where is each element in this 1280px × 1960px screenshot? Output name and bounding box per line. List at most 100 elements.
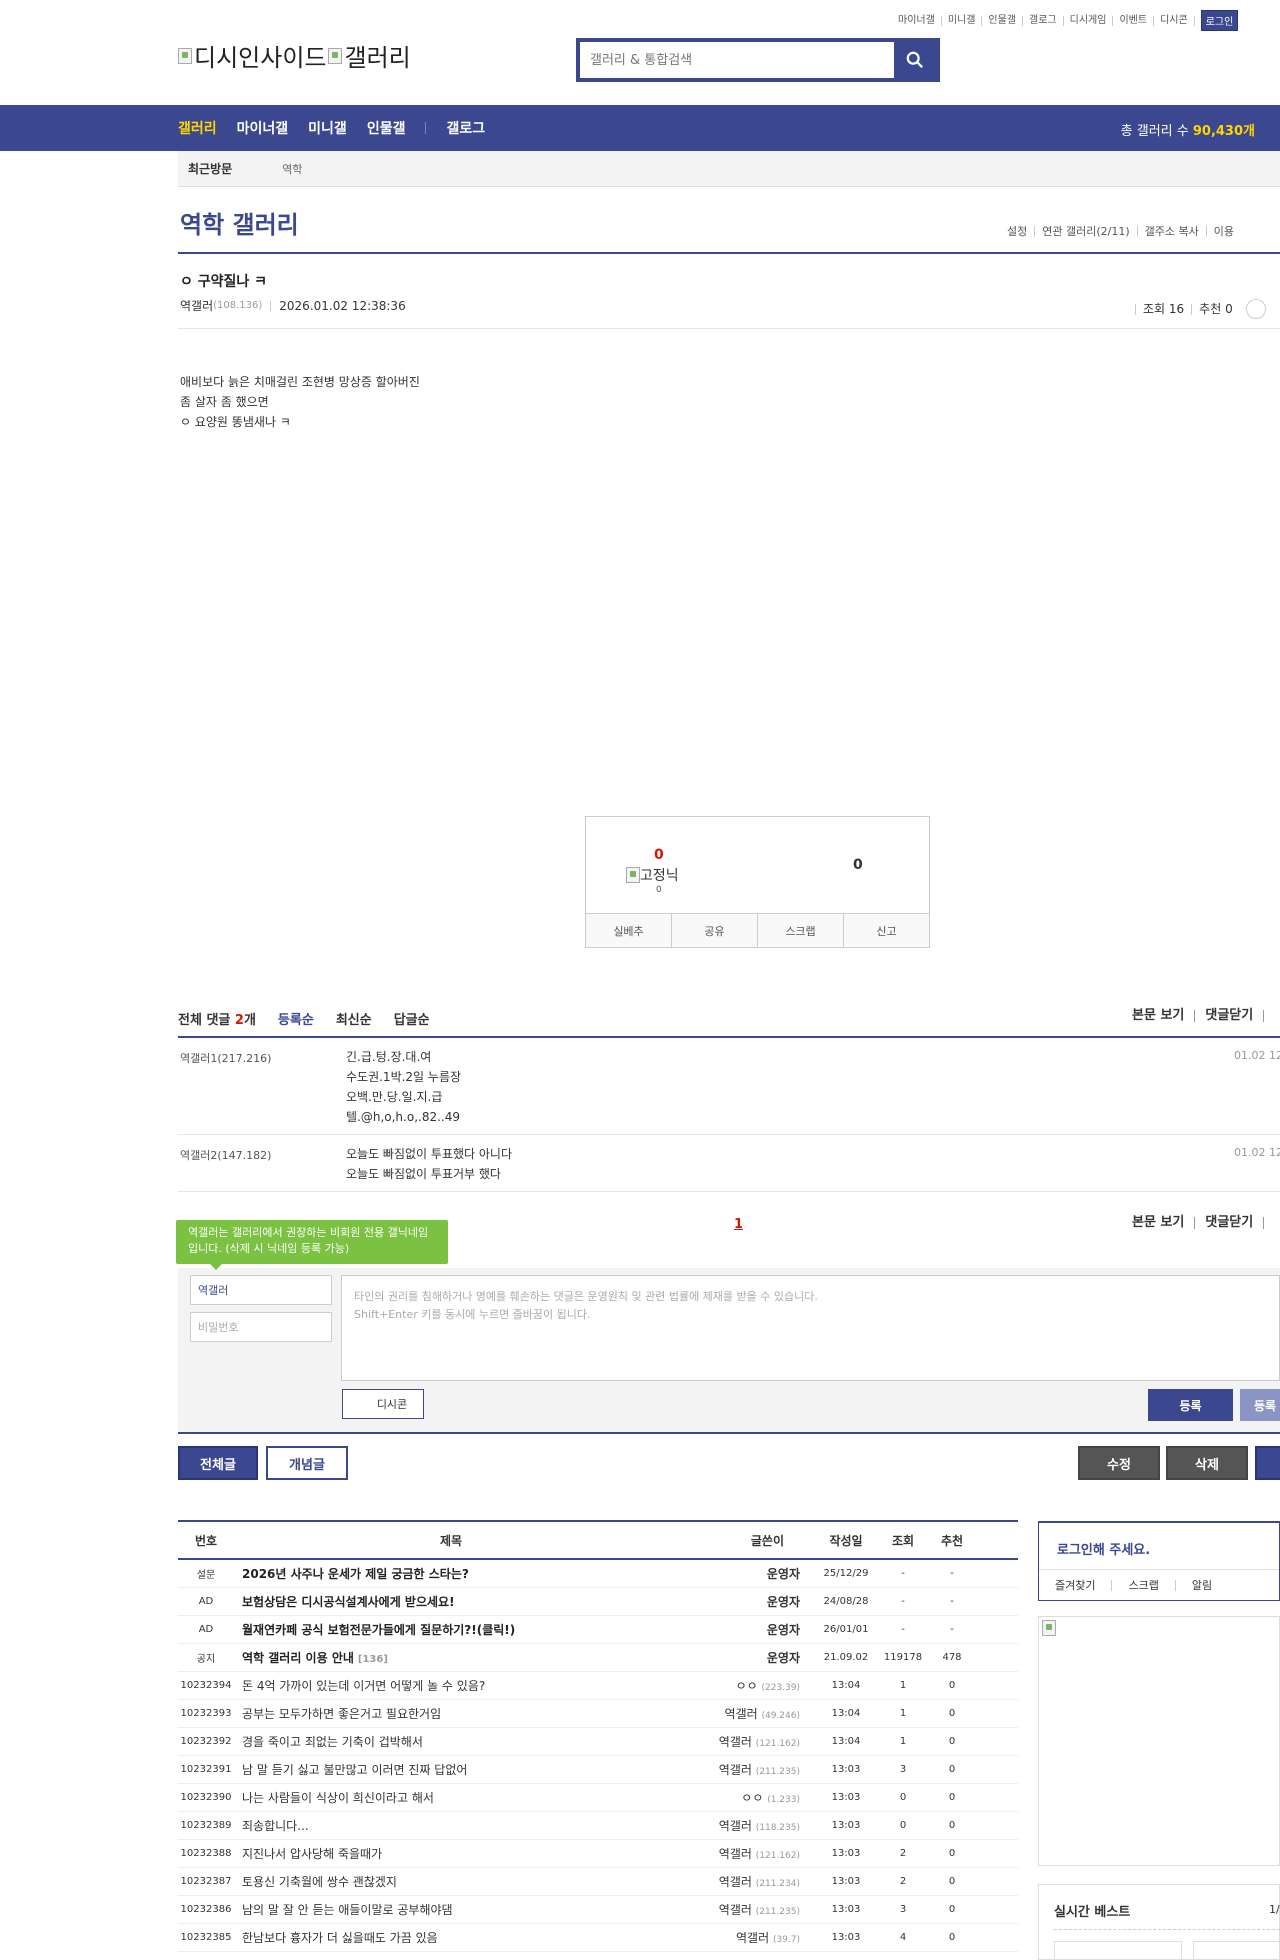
top-link-person[interactable]: 인물갤: [982, 15, 1024, 26]
row-writer-name[interactable]: 역갤러: [719, 1847, 752, 1861]
row-comment-count[interactable]: [136]: [358, 1654, 388, 1665]
sort-latest[interactable]: 최신순: [336, 1009, 372, 1028]
concept-posts-button[interactable]: 개념글: [266, 1446, 348, 1480]
nav-person[interactable]: 인물갤: [367, 118, 406, 138]
row-title-text[interactable]: 역학 갤러리 이용 안내: [242, 1651, 354, 1665]
row-writer[interactable]: 역갤러 (121.162): [668, 1845, 812, 1862]
password-field[interactable]: 비밀번호: [190, 1312, 332, 1342]
top-link-minor[interactable]: 마이너갤: [892, 15, 942, 26]
row-title-text[interactable]: 한남보다 흉자가 더 싫을때도 가끔 있음: [242, 1931, 438, 1945]
row-writer-name[interactable]: ㅇㅇ: [741, 1791, 763, 1805]
tab-alerts[interactable]: 알림: [1176, 1580, 1228, 1591]
search-button[interactable]: [894, 42, 936, 78]
all-posts-button[interactable]: 전체글: [178, 1446, 258, 1480]
table-row[interactable]: 10232392 경을 죽이고 죄없는 기축이 겁박해서 역갤러 (121.162)…: [178, 1728, 1018, 1756]
dcon-button[interactable]: 디시콘: [342, 1389, 424, 1419]
row-title[interactable]: 나는 사람들이 식상이 희신이라고 해서: [234, 1789, 668, 1806]
register-recommend-button[interactable]: 등록: [1240, 1389, 1280, 1421]
table-row[interactable]: 10232390 나는 사람들이 식상이 희신이라고 해서 ㅇㅇ (1.233) 13…: [178, 1784, 1018, 1812]
tab-scrap[interactable]: 스크랩: [1112, 1580, 1176, 1591]
row-writer-name[interactable]: 역갤러: [719, 1735, 752, 1749]
row-title[interactable]: 한남보다 흉자가 더 싫을때도 가끔 있음: [234, 1929, 668, 1946]
scrap-button[interactable]: 스크랩: [758, 914, 844, 947]
row-title-text[interactable]: 보험상담은 디시공식설계사에게 받으세요!: [242, 1595, 455, 1609]
row-writer[interactable]: 역갤러 (211.235): [668, 1761, 812, 1778]
row-title-text[interactable]: 2026년 사주나 운세가 제일 궁금한 스타는?: [242, 1567, 469, 1581]
view-body-button[interactable]: 본문 보기: [1122, 1009, 1196, 1022]
post-author[interactable]: 역갤러: [180, 297, 213, 314]
row-title[interactable]: 돈 4억 가까이 있는데 이거면 어떻게 놀 수 있음?: [234, 1677, 668, 1694]
row-writer[interactable]: 역갤러 (211.234): [668, 1873, 812, 1890]
gallery-menu-settings[interactable]: 설정: [1000, 226, 1036, 237]
table-row[interactable]: 10232393 공부는 모두가하면 좋은거고 필요한거임 역갤러 (49.246)…: [178, 1700, 1018, 1728]
sort-registered[interactable]: 등록순: [278, 1009, 314, 1028]
row-writer-name[interactable]: ㅇㅇ: [736, 1679, 758, 1693]
table-row[interactable]: 10232389 죄송합니다... 역갤러 (118.235) 13:03 0 0: [178, 1812, 1018, 1840]
gallery-menu-copy-url[interactable]: 갤주소 복사: [1138, 226, 1207, 237]
row-title-text[interactable]: 지진나서 압사당해 죽을때가: [242, 1847, 382, 1861]
row-writer[interactable]: 역갤러 (49.246): [668, 1705, 812, 1722]
row-writer[interactable]: 운영자: [668, 1621, 812, 1638]
share-button[interactable]: 공유: [672, 914, 758, 947]
row-title-text[interactable]: 공부는 모두가하면 좋은거고 필요한거임: [242, 1707, 441, 1721]
row-title[interactable]: 남 말 듣기 싫고 불만많고 이러면 진짜 답없어: [234, 1761, 668, 1778]
row-title[interactable]: 토용신 기축월에 쌍수 괜찮겠지: [234, 1873, 668, 1890]
row-title-text[interactable]: 월재연카페 공식 보험전문가들에게 질문하기?!(클릭!): [242, 1623, 515, 1637]
best-recommend-button[interactable]: 실베추: [586, 914, 672, 947]
row-title-text[interactable]: 나는 사람들이 식상이 희신이라고 해서: [242, 1791, 434, 1805]
row-writer[interactable]: 운영자: [668, 1593, 812, 1610]
table-row[interactable]: 10232388 지진나서 압사당해 죽을때가 역갤러 (121.162) 13:03…: [178, 1840, 1018, 1868]
row-writer[interactable]: 역갤러 (121.162): [668, 1733, 812, 1750]
row-title-text[interactable]: 돈 4억 가까이 있는데 이거면 어떻게 놀 수 있음?: [242, 1679, 485, 1693]
row-title[interactable]: 지진나서 압사당해 죽을때가: [234, 1845, 668, 1862]
table-row[interactable]: 10232394 돈 4억 가까이 있는데 이거면 어떻게 놀 수 있음? ㅇㅇ (…: [178, 1672, 1018, 1700]
more-options-icon[interactable]: [1245, 299, 1266, 319]
close-comments-button[interactable]: 댓글닫기: [1195, 1216, 1265, 1229]
login-prompt[interactable]: 로그인해 주세요.: [1057, 1539, 1150, 1558]
row-writer[interactable]: 역갤러 (39.7): [668, 1929, 812, 1946]
comment-page-1[interactable]: 1: [734, 1217, 743, 1232]
site-logo[interactable]: 디시인사이드 갤러리: [178, 38, 411, 73]
row-title-text[interactable]: 죄송합니다...: [242, 1819, 309, 1833]
row-writer-name[interactable]: 역갤러: [719, 1875, 752, 1889]
row-writer-name[interactable]: 역갤러: [719, 1819, 752, 1833]
row-title-text[interactable]: 남의 말 잘 안 듣는 애들이말로 공부해야댐: [242, 1903, 453, 1917]
top-link-mini[interactable]: 미니갤: [942, 15, 983, 26]
table-row[interactable]: AD 월재연카페 공식 보험전문가들에게 질문하기?!(클릭!) 운영자 26/01…: [178, 1616, 1018, 1644]
row-writer-name[interactable]: 역갤러: [719, 1903, 752, 1917]
gallery-menu-usage[interactable]: 이용: [1207, 226, 1241, 237]
ad-banner[interactable]: [1038, 1616, 1280, 1866]
top-link-game[interactable]: 디시게임: [1064, 15, 1114, 26]
row-writer[interactable]: 역갤러 (211.235): [668, 1901, 812, 1918]
report-button[interactable]: 신고: [844, 914, 929, 947]
row-writer-name[interactable]: 역갤러: [736, 1931, 769, 1945]
row-title[interactable]: 월재연카페 공식 보험전문가들에게 질문하기?!(클릭!): [234, 1621, 668, 1638]
recent-visit-label[interactable]: 최근방문: [178, 160, 242, 177]
table-row[interactable]: 설문 2026년 사주나 운세가 제일 궁금한 스타는? 운영자 25/12/29 -…: [178, 1560, 1018, 1588]
nickname-field[interactable]: 역갤러: [190, 1275, 332, 1305]
row-title-text[interactable]: 경을 죽이고 죄없는 기축이 겁박해서: [242, 1735, 423, 1749]
row-writer-name[interactable]: 운영자: [767, 1651, 800, 1665]
row-writer[interactable]: 역갤러 (118.235): [668, 1817, 812, 1834]
row-title[interactable]: 공부는 모두가하면 좋은거고 필요한거임: [234, 1705, 668, 1722]
nav-minor[interactable]: 마이너갤: [237, 118, 289, 138]
comment-author[interactable]: 역갤러1(217.216): [180, 1050, 271, 1066]
fixnick-upvote[interactable]: 고정닉: [626, 865, 679, 885]
top-link-event[interactable]: 이벤트: [1113, 15, 1155, 26]
nav-gallery[interactable]: 갤러리: [178, 118, 217, 138]
search-input[interactable]: [580, 42, 894, 78]
table-row[interactable]: 10232387 토용신 기축월에 쌍수 괜찮겠지 역갤러 (211.234) 13:…: [178, 1868, 1018, 1896]
nav-gallog[interactable]: 갤로그: [446, 118, 485, 138]
best-tab[interactable]: [1193, 1941, 1280, 1960]
comment-textarea[interactable]: 타인의 권리를 침해하거나 명예를 훼손하는 댓글은 운영원칙 및 관련 법률에…: [341, 1275, 1280, 1381]
delete-button[interactable]: 삭제: [1166, 1446, 1248, 1480]
table-row[interactable]: AD 보험상담은 디시공식설계사에게 받으세요! 운영자 24/08/28 - -: [178, 1588, 1018, 1616]
row-writer-name[interactable]: 운영자: [767, 1595, 800, 1609]
table-row[interactable]: 공지 역학 갤러리 이용 안내 [136] 운영자 21.09.02 119178 478: [178, 1644, 1018, 1672]
top-link-dcon[interactable]: 디시콘: [1154, 15, 1195, 26]
gallery-title[interactable]: 역학 갤러리: [180, 205, 299, 240]
row-title[interactable]: 보험상담은 디시공식설계사에게 받으세요!: [234, 1593, 668, 1610]
view-body-button[interactable]: 본문 보기: [1122, 1216, 1196, 1229]
comment-author[interactable]: 역갤러2(147.182): [180, 1147, 271, 1163]
row-title-text[interactable]: 토용신 기축월에 쌍수 괜찮겠지: [242, 1875, 397, 1889]
